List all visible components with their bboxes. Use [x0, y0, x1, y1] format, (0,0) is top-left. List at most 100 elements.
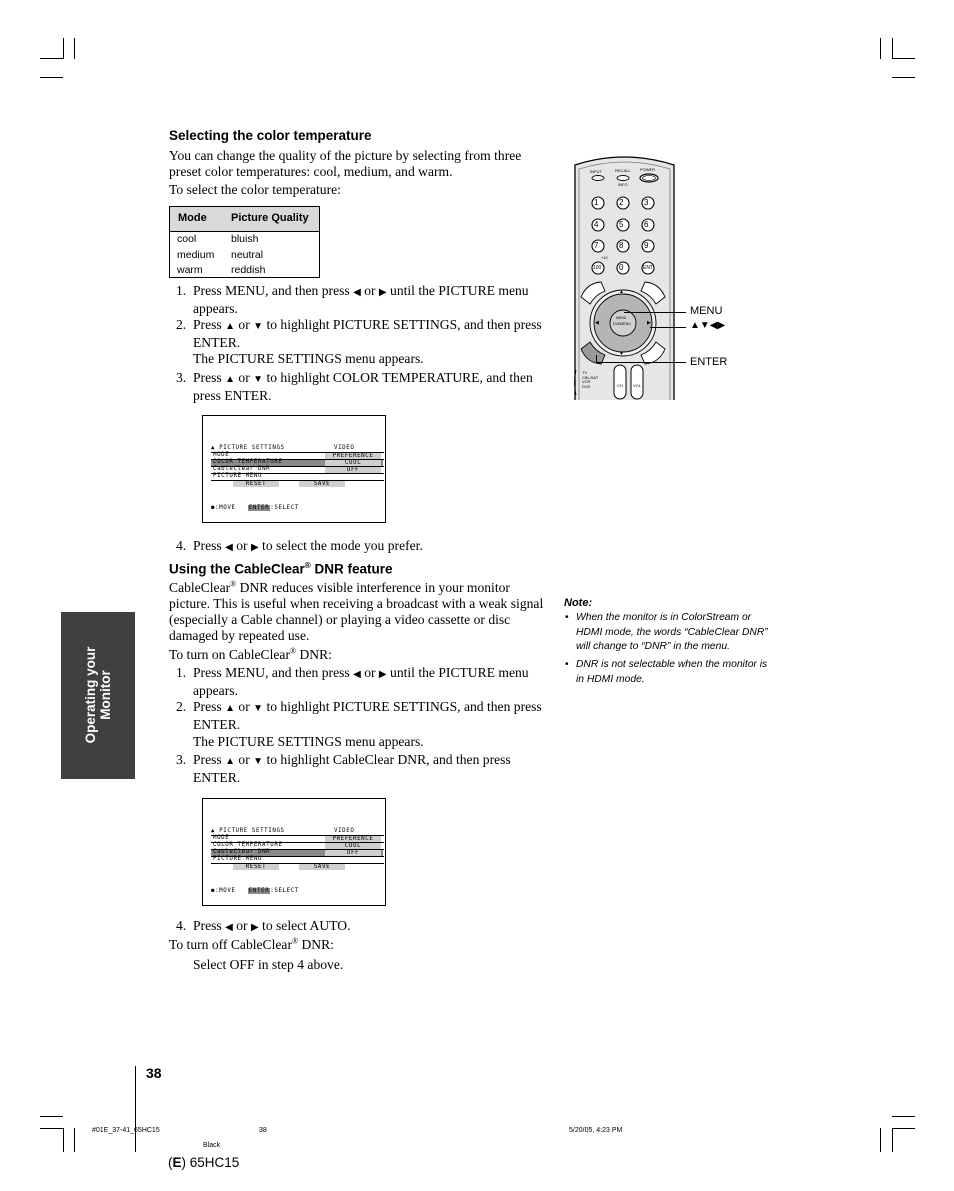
plus10-label: +10 — [601, 255, 608, 260]
heading-text: DNR feature — [310, 561, 393, 577]
up-arrow-icon: ▲ — [619, 289, 624, 295]
note-text: DNR is not selectable when the monitor i… — [576, 659, 768, 685]
color-separation: Black — [203, 1142, 221, 1149]
side-tab-line: Monitor — [98, 670, 113, 720]
step-number: 2. — [176, 699, 187, 714]
note-title: Note: — [564, 597, 593, 609]
right-arrow-icon: ▶ — [250, 922, 259, 933]
table-header: Mode Picture Quality — [170, 207, 319, 232]
left-arrow-icon: ◀ — [225, 542, 233, 553]
callout-line-arrows — [650, 327, 686, 328]
step-text-part: or — [232, 918, 251, 933]
step-text: Press ▲ or ▼ to highlight PICTURE SETTIN… — [193, 317, 548, 351]
power-button-label: POWER — [640, 167, 656, 172]
model-number: (E) 65HC15 — [168, 1155, 239, 1170]
para-text: To turn on CableClear — [169, 647, 290, 662]
step-text-part: ENTER. — [193, 717, 241, 732]
osd-title-text: PICTURE SETTINGS — [219, 828, 285, 834]
table-row: cool bluish — [170, 232, 319, 248]
step-text-part: or — [360, 665, 379, 680]
intro-line: You can change the quality of the pictur… — [169, 148, 522, 163]
crop-mark — [40, 1116, 63, 1117]
left-arrow-icon: ◀ — [595, 320, 599, 326]
step-text-part: or — [232, 538, 251, 553]
menu-button-label: MENU — [616, 316, 627, 320]
up-arrow-icon: ▲ — [211, 445, 220, 451]
step-text-part: Press — [193, 918, 226, 933]
mode-switch-labels: TV CBL/SAT VCR DVD — [582, 370, 598, 389]
step-text-part: to highlight CableClear DNR, and then pr… — [263, 752, 511, 767]
right-arrow-icon: ▶ — [378, 669, 387, 680]
step-text: Press ▲ or ▼ to highlight CableClear DNR… — [193, 752, 548, 786]
side-tab-label: Operating your Monitor — [83, 647, 113, 744]
step-text-part: or — [360, 283, 379, 298]
para-text: (especially a Cable channel) or playing … — [169, 612, 511, 627]
crop-mark — [892, 77, 915, 78]
up-arrow-icon: ▲ — [225, 321, 236, 332]
print-datetime: 5/20/05, 4:23 PM — [569, 1127, 623, 1134]
step-text: Press ▲ or ▼ to highlight PICTURE SETTIN… — [193, 699, 548, 733]
osd-move-hint: :MOVE — [215, 888, 236, 894]
note-item: • When the monitor is in ColorStream or H… — [565, 611, 776, 655]
mode-dvd: DVD — [582, 383, 591, 389]
callout-line-enter — [596, 362, 686, 363]
osd-select-hint: :SELECT — [270, 505, 299, 511]
step-text: Press MENU, and then press ◀ or ▶ until … — [193, 665, 548, 699]
table-cell: cool — [177, 233, 197, 245]
intro-paragraph: You can change the quality of the pictur… — [169, 148, 521, 180]
section-heading-color-temperature: Selecting the color temperature — [169, 128, 372, 143]
table-row: medium neutral — [170, 248, 319, 264]
step-text-part: Press — [193, 538, 226, 553]
recall-button-label: RECALL — [615, 168, 631, 173]
callout-line-menu — [624, 312, 686, 313]
step-text-part: to select AUTO. — [258, 918, 351, 933]
right-arrow-icon: ▶ — [378, 287, 387, 298]
para-text: CableClear — [169, 580, 231, 595]
step-text-part: ENTER. — [193, 335, 241, 350]
step-text-part: Press — [193, 370, 226, 385]
step-text-part: Press — [193, 752, 226, 767]
para-text: DNR reduces visible interference in your… — [236, 580, 510, 595]
down-arrow-icon: ▼ — [619, 351, 624, 357]
digit-9: 9 — [644, 241, 649, 250]
crop-mark — [63, 38, 64, 59]
column-header: Picture Quality — [231, 212, 309, 224]
osd-save-button: SAVE — [299, 481, 345, 487]
cableclear-paragraph: CableClear® DNR reduces visible interfer… — [169, 580, 549, 644]
page-number: 38 — [146, 1065, 162, 1081]
crop-mark — [63, 1128, 64, 1152]
step-number: 1. — [176, 283, 187, 298]
table-cell: warm — [177, 264, 203, 276]
step-number: 4. — [176, 538, 187, 553]
step-text-part: appears. — [193, 683, 238, 698]
step-number: 4. — [176, 918, 187, 933]
osd-move-hint: :MOVE — [215, 505, 236, 511]
table-cell: reddish — [231, 264, 266, 276]
step-text-part: or — [235, 370, 254, 385]
crop-mark — [892, 58, 915, 59]
step-text-part: to highlight COLOR TEMPERATURE, and then — [263, 370, 533, 385]
osd-input: VIDEO — [334, 445, 355, 451]
digit-4: 4 — [594, 220, 599, 229]
left-arrow-icon: ◀ — [353, 287, 361, 298]
crop-mark — [40, 77, 63, 78]
osd-save-button: SAVE — [299, 864, 345, 870]
callout-menu: MENU — [690, 305, 723, 317]
step-text-part: until the PICTURE menu — [386, 665, 529, 680]
vol-label: VOL — [633, 383, 642, 388]
osd-item-label: PICTURE MENU — [213, 473, 263, 479]
step-number: 1. — [176, 665, 187, 680]
osd-reset-button: RESET — [233, 864, 279, 870]
step-text: Press ▲ or ▼ to highlight COLOR TEMPERAT… — [193, 370, 548, 404]
ch-label: CH — [617, 383, 623, 388]
turn-off-step: Select OFF in step 4 above. — [193, 957, 344, 972]
page-rule — [135, 1066, 136, 1152]
table-cell: neutral — [231, 248, 264, 261]
step-number: 3. — [176, 370, 187, 385]
crop-mark — [40, 1128, 63, 1129]
step-text: Press ◀ or ▶ to select the mode you pref… — [193, 538, 548, 556]
callout-line-enter-vertical — [596, 355, 597, 363]
step-note-text: The PICTURE SETTINGS menu appears. — [193, 351, 424, 366]
up-arrow-icon: ▲ — [225, 374, 236, 385]
note-item: • DNR is not selectable when the monitor … — [565, 658, 776, 687]
